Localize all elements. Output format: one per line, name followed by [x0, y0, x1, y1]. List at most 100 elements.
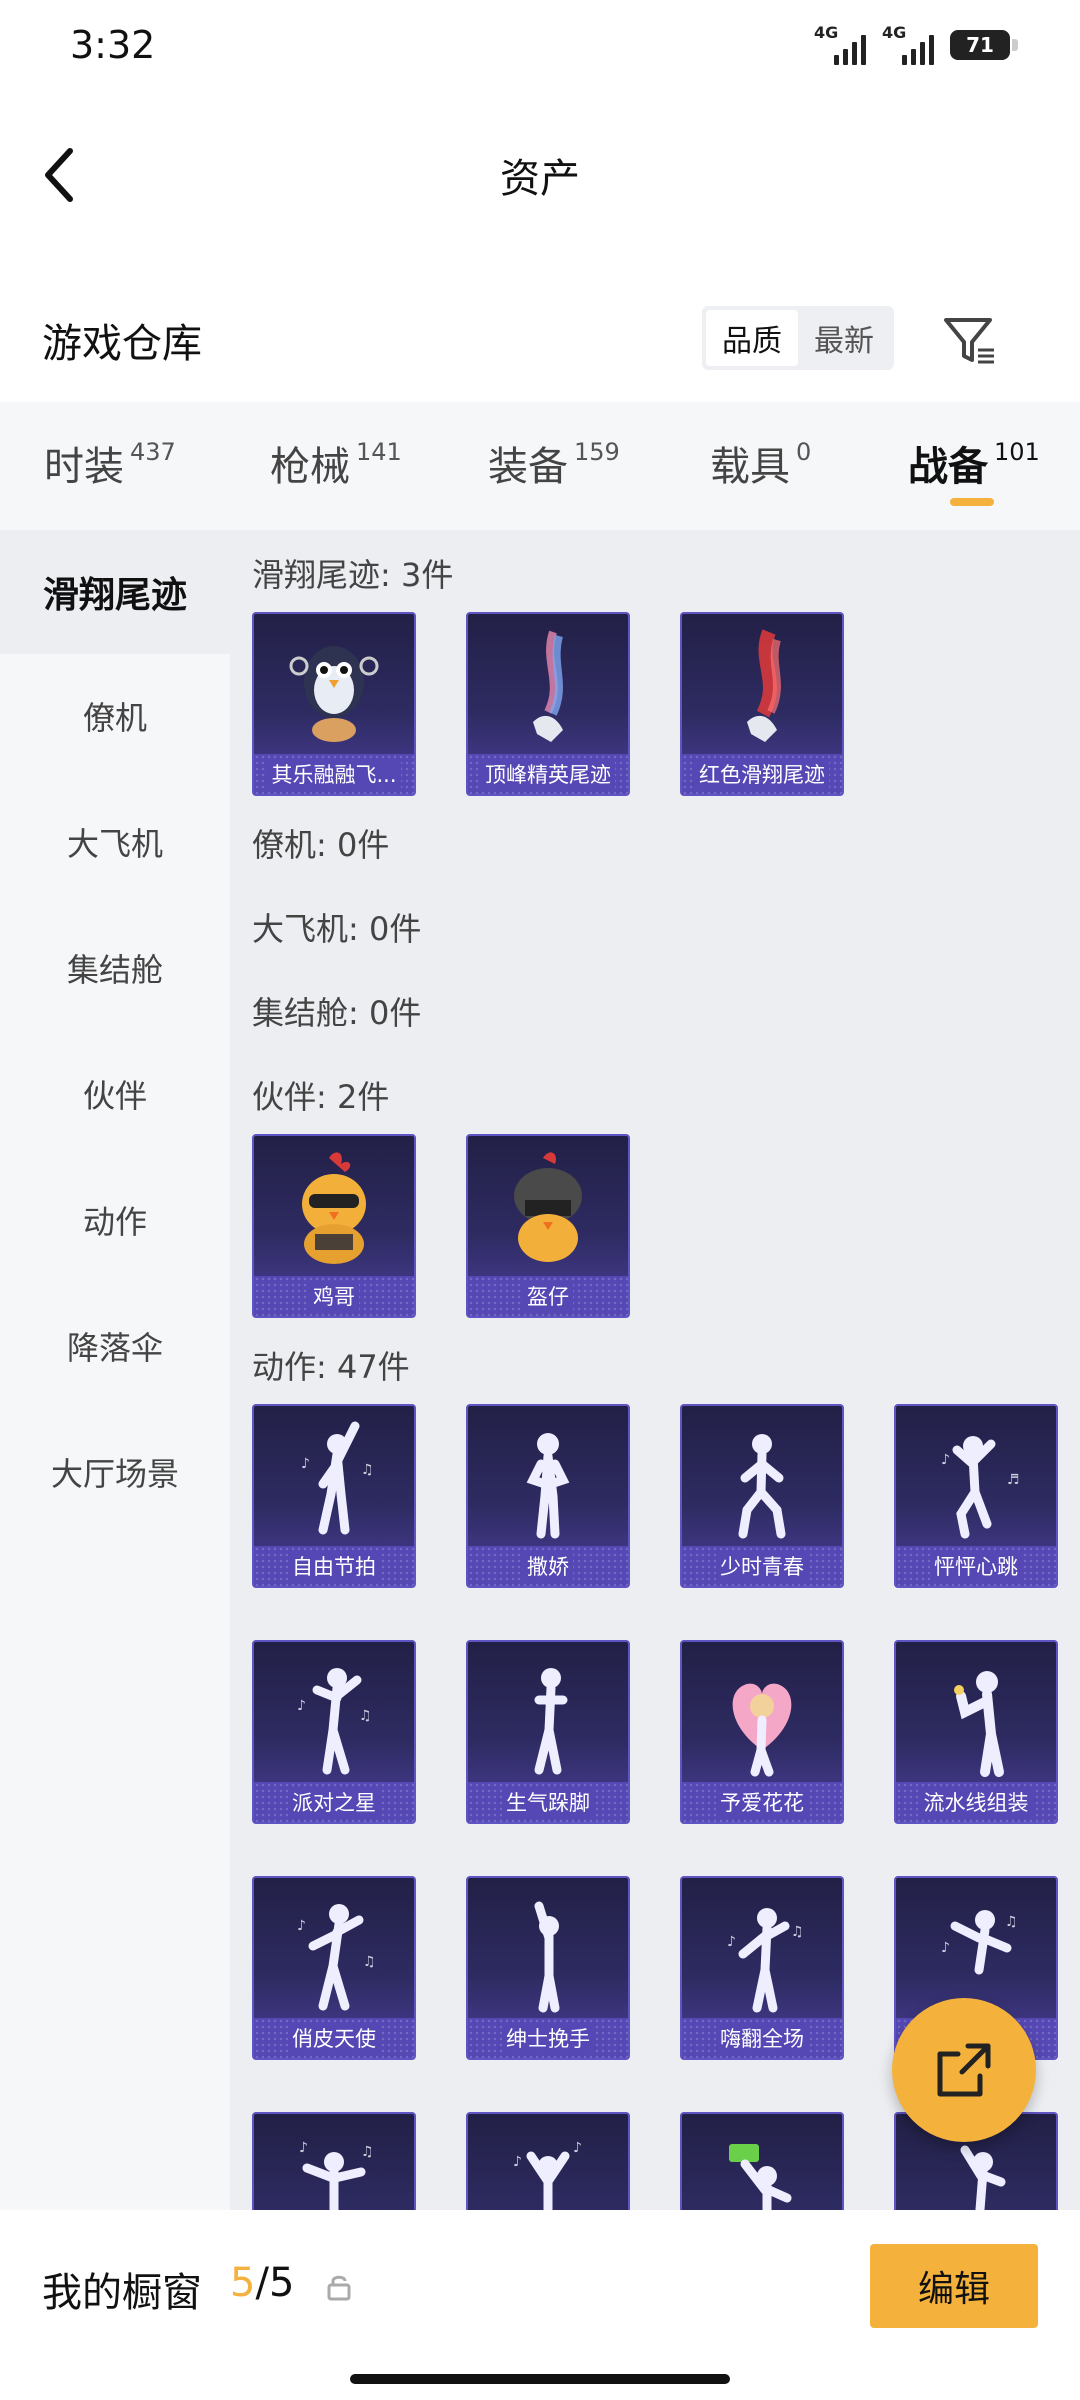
tab-count: 101 [994, 438, 1040, 466]
item-card[interactable]: 撒娇 [466, 1404, 630, 1588]
dancer-icon: ♪ ♫ [254, 2114, 414, 2210]
item-grid: 滑翔尾迹: 3件 其乐融融飞... 顶峰精英尾迹 红色滑翔尾迹 僚机: 0件 大… [230, 530, 1080, 2210]
warehouse-row: 游戏仓库 品质 最新 [0, 290, 1080, 390]
tab-vehicles[interactable]: 载具 0 [710, 434, 811, 492]
side-item-lobby[interactable]: 大厅场景 [0, 1410, 230, 1534]
tab-supplies[interactable]: 战备 101 [908, 434, 1040, 492]
tab-equipment[interactable]: 装备 159 [488, 434, 620, 492]
tab-name: 战备 [908, 444, 988, 490]
side-item-emote[interactable]: 动作 [0, 1158, 230, 1282]
item-card[interactable]: 予爱花花 [680, 1640, 844, 1824]
section-label-plane: 大飞机: 0件 [252, 910, 422, 948]
filter-icon [944, 318, 994, 364]
side-item-plane[interactable]: 大飞机 [0, 780, 230, 904]
item-card[interactable]: 绅士挽手 [466, 1876, 630, 2060]
showcase-count: 5/5 [230, 2260, 294, 2306]
showcase-current: 5 [230, 2260, 256, 2306]
section-label-pod: 集结舱: 0件 [252, 994, 422, 1032]
penguin-icon [254, 614, 414, 760]
item-card[interactable]: ♪ ♫ 俏皮天使 [252, 1876, 416, 2060]
showcase-bar: 我的橱窗 5/5 编辑 [0, 2210, 1080, 2400]
tab-weapons[interactable]: 枪械 141 [270, 434, 402, 492]
svg-text:♫: ♫ [359, 1708, 372, 1724]
tab-name: 载具 [710, 444, 790, 490]
svg-text:♫: ♫ [363, 1954, 376, 1970]
home-indicator[interactable] [350, 2374, 730, 2384]
chevron-left-icon [45, 148, 73, 202]
section-label-partner: 伙伴: 2件 [252, 1078, 390, 1116]
side-nav: 滑翔尾迹 僚机 大飞机 集结舱 伙伴 动作 降落伞 大厅场景 [0, 530, 230, 2210]
item-name: 派对之星 [254, 1782, 414, 1822]
dancer-icon [468, 1406, 628, 1552]
item-card[interactable]: 流水线组装 [894, 1640, 1058, 1824]
item-name: 盔仔 [468, 1276, 628, 1316]
back-button[interactable] [30, 145, 90, 205]
heart-dancer-icon [682, 1642, 842, 1788]
svg-text:♪: ♪ [941, 1940, 950, 1956]
tab-count: 159 [574, 438, 620, 466]
dancer-icon: ♪ ♬ [896, 1406, 1056, 1552]
item-card[interactable]: 少时青春 [680, 1404, 844, 1588]
tab-count: 0 [796, 438, 812, 466]
signal-icon: 4G [814, 23, 866, 65]
item-card[interactable]: ♪ ♬ 怦怦心跳 [894, 1404, 1058, 1588]
lock-icon [327, 2275, 351, 2301]
dancer-icon: ♪ ♫ [682, 1878, 842, 2024]
showcase-max: 5 [268, 2260, 295, 2306]
side-item-pod[interactable]: 集结舱 [0, 906, 230, 1030]
page-title: 资产 [500, 156, 580, 202]
item-card[interactable] [680, 2112, 844, 2210]
item-card[interactable]: ♪ ♫ [252, 2112, 416, 2210]
warehouse-title: 游戏仓库 [42, 321, 202, 367]
item-card[interactable]: ♪ ♫ 派对之星 [252, 1640, 416, 1824]
item-card[interactable]: 生气跺脚 [466, 1640, 630, 1824]
dancer-icon: ♪ ♫ [254, 1406, 414, 1552]
item-card[interactable]: ♪ ♫ 自由节拍 [252, 1404, 416, 1588]
dancer-icon: ♪ ♪ [468, 2114, 628, 2210]
item-card[interactable]: 盔仔 [466, 1134, 630, 1318]
trail-icon [468, 614, 628, 760]
tab-name: 装备 [488, 444, 568, 490]
share-button[interactable] [892, 1998, 1036, 2142]
item-name: 生气跺脚 [468, 1782, 628, 1822]
category-tabs: 时装 437 枪械 141 装备 159 载具 0 战备 101 [0, 402, 1080, 530]
svg-text:♪: ♪ [297, 1918, 306, 1934]
network-label: 4G [814, 23, 839, 42]
dancer-icon: ♪ ♫ [254, 1642, 414, 1788]
dancer-sign-icon [682, 2114, 842, 2210]
status-bar: 3:32 4G 4G 71 [0, 0, 1080, 90]
svg-text:♪: ♪ [297, 1698, 306, 1714]
svg-text:♪: ♪ [513, 2154, 522, 2170]
svg-text:♪: ♪ [301, 1456, 310, 1472]
item-card[interactable]: 鸡哥 [252, 1134, 416, 1318]
item-name: 予爱花花 [682, 1782, 842, 1822]
item-card[interactable]: 红色滑翔尾迹 [680, 612, 844, 796]
item-card[interactable]: ♪ ♪ [466, 2112, 630, 2210]
item-card[interactable]: 顶峰精英尾迹 [466, 612, 630, 796]
side-item-trail[interactable]: 滑翔尾迹 [0, 530, 230, 654]
sort-quality[interactable]: 品质 [706, 310, 798, 366]
item-card[interactable]: ♪ ♫ 嗨翻全场 [680, 1876, 844, 2060]
item-name: 自由节拍 [254, 1546, 414, 1586]
svg-text:♫: ♫ [1005, 1914, 1018, 1930]
svg-text:♪: ♪ [941, 1452, 950, 1468]
status-icons: 4G 4G 71 [814, 23, 1018, 65]
item-name: 少时青春 [682, 1546, 842, 1586]
side-item-partner[interactable]: 伙伴 [0, 1032, 230, 1156]
share-icon [937, 2043, 991, 2097]
svg-text:♪: ♪ [727, 1934, 736, 1950]
svg-text:♪: ♪ [299, 2140, 308, 2156]
filter-button[interactable] [940, 310, 1000, 370]
edit-button[interactable]: 编辑 [870, 2244, 1038, 2328]
tab-fashion[interactable]: 时装 437 [44, 434, 176, 492]
dancer-icon [896, 1642, 1056, 1788]
sort-newest[interactable]: 最新 [798, 310, 890, 366]
dancer-icon [468, 1878, 628, 2024]
network-label-2: 4G [882, 23, 907, 42]
item-name: 撒娇 [468, 1546, 628, 1586]
item-card[interactable]: 其乐融融飞... [252, 612, 416, 796]
section-label-wingman: 僚机: 0件 [252, 826, 390, 864]
side-item-parachute[interactable]: 降落伞 [0, 1284, 230, 1408]
signal-icon-2: 4G [882, 23, 934, 65]
side-item-wingman[interactable]: 僚机 [0, 654, 230, 778]
